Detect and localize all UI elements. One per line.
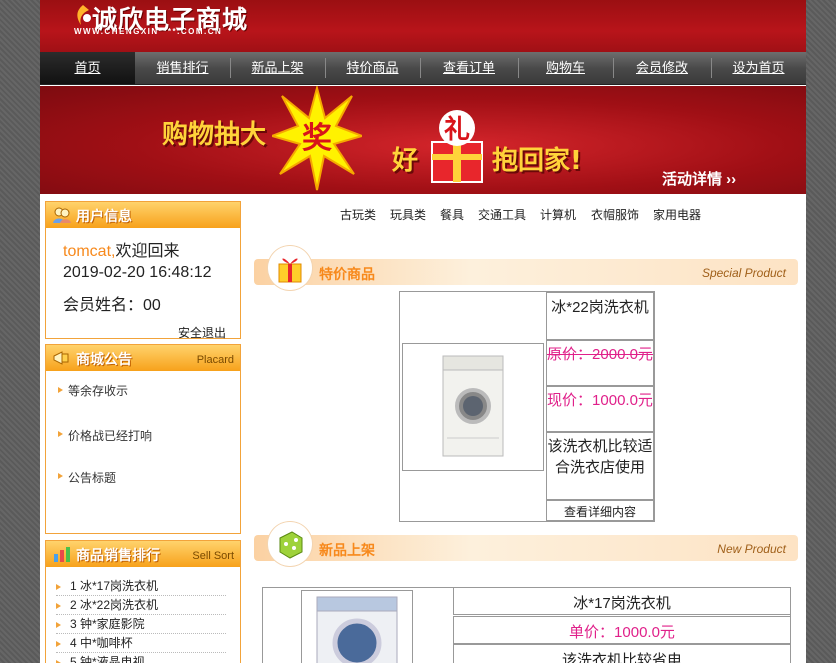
special-product-card: 冰*22岗洗衣机 原价：2000.0元 现价：1000.0元 该洗衣机比较适合洗… (399, 291, 655, 522)
product-description: 该洗衣机比较适合洗衣店使用 (547, 438, 653, 476)
product-name-cell: 冰*17岗洗衣机 (453, 588, 791, 615)
nav-view-orders[interactable]: 查看订单 (420, 52, 518, 84)
bullet-icon (58, 473, 66, 479)
banner-text-2: 好 (392, 146, 419, 176)
banner-detail-link[interactable]: 活动详情 ›› (662, 168, 736, 189)
now-price-cell: 现价：1000.0元 (546, 386, 654, 432)
nav-set-homepage[interactable]: 设为首页 (711, 52, 806, 84)
banner-burst-text: 奖 (302, 121, 332, 156)
dice-icon (268, 522, 312, 566)
ranking-item-label: 2 冰*22岗洗衣机 (70, 598, 159, 612)
bullet-icon (58, 431, 66, 437)
bullet-icon (58, 387, 66, 393)
product-image[interactable] (402, 343, 544, 471)
ranking-item[interactable]: 5 钟*液晶电视 (56, 654, 226, 663)
notice-title: 商城公告 (76, 351, 132, 367)
user-info-panel: 用户信息 tomcat,欢迎回来 2019-02-20 16:48:12 会员姓… (45, 201, 241, 341)
welcome-text: 欢迎回来 (115, 243, 180, 260)
new-title: 新品上架 (319, 542, 375, 558)
sales-ranking-title-en: Sell Sort (192, 550, 234, 562)
new-product-card: 冰*17岗洗衣机 单价：1000.0元 该洗衣机比较省电 (262, 587, 791, 663)
washing-machine-icon (316, 596, 398, 663)
banner-text-1: 购物抽大 (162, 120, 267, 150)
user-info-header: 用户信息 (46, 202, 240, 228)
new-title-en: New Product (717, 542, 786, 556)
nav-member-edit[interactable]: 会员修改 (613, 52, 711, 84)
category-appliances[interactable]: 家用电器 (653, 206, 701, 223)
banner-gift-text: 礼 (444, 114, 470, 145)
nav-sales-ranking[interactable]: 销售排行 (135, 52, 230, 84)
old-price-cell: 原价：2000.0元 (546, 340, 654, 386)
nav-new-products[interactable]: 新品上架 (230, 52, 325, 84)
sales-ranking-title: 商品销售排行 (76, 547, 160, 563)
logout-link[interactable]: 安全退出 (178, 324, 226, 341)
nav-home[interactable]: 首页 (40, 52, 135, 84)
main-nav: 首页 销售排行 新品上架 特价商品 查看订单 购物车 会员修改 设为首页 (40, 52, 806, 85)
notice-title-en: Placard (196, 354, 234, 366)
user-info-title: 用户信息 (76, 208, 132, 224)
ranking-item-label: 4 中*咖啡杯 (70, 636, 133, 650)
special-title-en: Special Product (701, 266, 786, 280)
username: tomcat, (63, 243, 116, 260)
sales-ranking-panel: 商品销售排行 Sell Sort 1 冰*17岗洗衣机 2 冰*22岗洗衣机 3… (45, 540, 241, 663)
category-clothing[interactable]: 衣帽服饰 (591, 206, 639, 223)
price-cell: 单价：1000.0元 (453, 616, 791, 644)
special-title: 特价商品 (319, 266, 375, 282)
product-description: 该洗衣机比较省电 (561, 652, 682, 663)
member-name: 会员姓名：00 (63, 297, 161, 314)
notice-item[interactable]: 公告标题 (68, 469, 116, 486)
description-cell: 该洗衣机比较省电 (453, 644, 791, 663)
site-header: 诚欣电子商城 WWW.CHENGXIN****.COM.CN (40, 0, 806, 52)
users-icon (53, 207, 71, 223)
ranking-item[interactable]: 3 钟*家庭影院 (56, 616, 226, 634)
ranking-item[interactable]: 4 中*咖啡杯 (56, 635, 226, 653)
bar-chart-icon (54, 547, 70, 562)
megaphone-icon (53, 351, 69, 365)
notice-header: 商城公告 Placard (46, 345, 240, 371)
arrow-icon (56, 584, 64, 590)
old-price: 原价：2000.0元 (547, 346, 653, 363)
ranking-item-label: 5 钟*液晶电视 (70, 655, 145, 663)
description-cell: 该洗衣机比较适合洗衣店使用 (546, 432, 654, 500)
promo-banner[interactable]: 购物抽大 奖 好 礼 抱回家! 活动详情 ›› (40, 86, 806, 194)
nav-special-products[interactable]: 特价商品 (325, 52, 420, 84)
gift-icon: 礼 (431, 110, 483, 183)
category-vehicles[interactable]: 交通工具 (478, 206, 526, 223)
ranking-item[interactable]: 1 冰*17岗洗衣机 (56, 578, 226, 596)
product-name: 冰*17岗洗衣机 (573, 595, 671, 612)
notice-item[interactable]: 价格战已经打响 (68, 427, 152, 444)
gift-box-icon (268, 246, 312, 290)
arrow-icon (56, 622, 64, 628)
category-tableware[interactable]: 餐具 (440, 206, 464, 223)
product-price: 单价：1000.0元 (569, 624, 675, 641)
sales-ranking-header: 商品销售排行 Sell Sort (46, 541, 240, 567)
arrow-icon (56, 641, 64, 647)
arrow-icon (56, 603, 64, 609)
view-details-link[interactable]: 查看详细内容 (547, 501, 653, 520)
welcome-line: tomcat,欢迎回来 (63, 237, 179, 261)
ranking-item-label: 1 冰*17岗洗衣机 (70, 579, 159, 593)
washing-machine-icon (442, 355, 504, 457)
banner-text-3: 抱回家! (492, 146, 582, 176)
page: 诚欣电子商城 WWW.CHENGXIN****.COM.CN 首页 销售排行 新… (40, 0, 806, 663)
product-name-cell: 冰*22岗洗衣机 (546, 292, 654, 340)
special-section-header: 特价商品 Special Product (254, 259, 798, 285)
ranking-item[interactable]: 2 冰*22岗洗衣机 (56, 597, 226, 615)
nav-cart[interactable]: 购物车 (518, 52, 613, 84)
category-toys[interactable]: 玩具类 (390, 206, 426, 223)
current-price: 现价：1000.0元 (547, 392, 653, 409)
starburst-icon: 奖 (272, 86, 362, 191)
notice-item[interactable]: 等余存收示 (68, 382, 128, 399)
product-image[interactable] (301, 590, 413, 663)
product-name: 冰*22岗洗衣机 (551, 299, 649, 316)
detail-link-cell: 查看详细内容 (546, 500, 654, 521)
site-url: WWW.CHENGXIN****.COM.CN (74, 27, 223, 36)
category-antiques[interactable]: 古玩类 (340, 206, 376, 223)
current-datetime: 2019-02-20 16:48:12 (63, 264, 212, 281)
notice-panel: 商城公告 Placard 等余存收示 价格战已经打响 公告标题 (45, 344, 241, 534)
category-computers[interactable]: 计算机 (540, 206, 576, 223)
new-section-header: 新品上架 New Product (254, 535, 798, 561)
logo-icon (77, 5, 91, 25)
ranking-item-label: 3 钟*家庭影院 (70, 617, 145, 631)
